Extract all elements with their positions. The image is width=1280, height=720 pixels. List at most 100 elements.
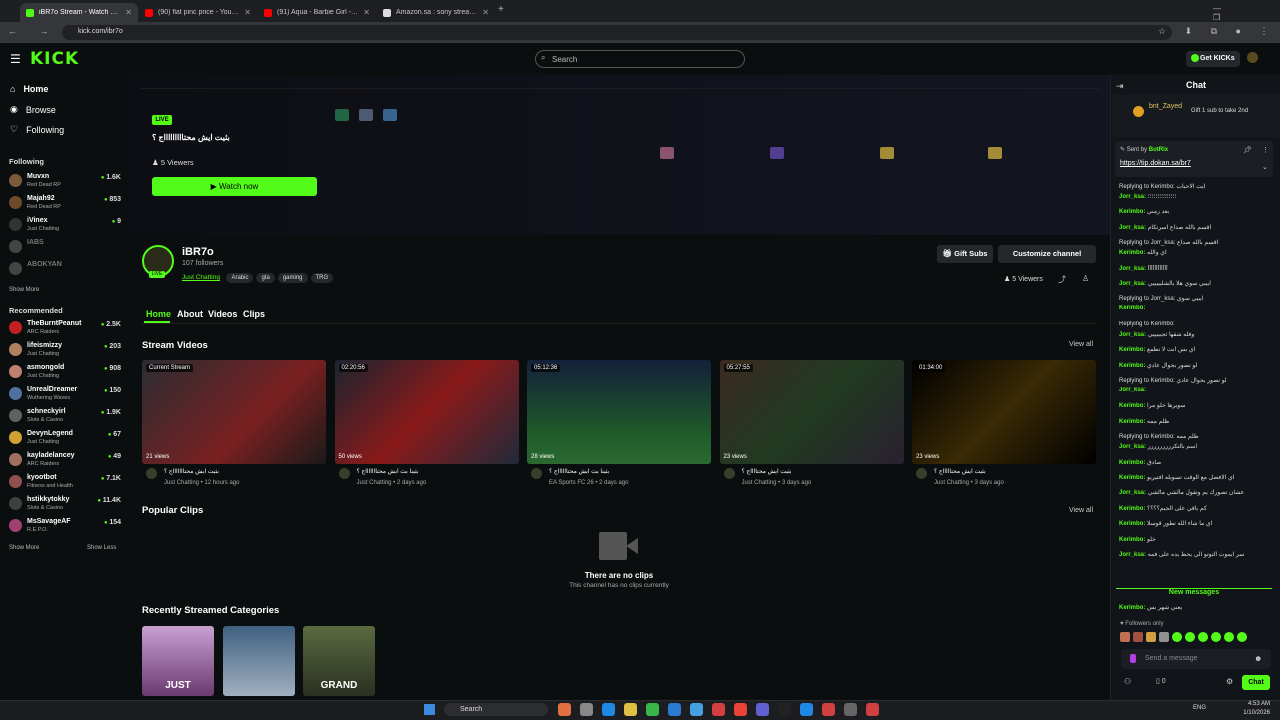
taskbar-app-icon[interactable]	[602, 703, 615, 716]
sidebar-channel[interactable]: Muvxn Red Dead RP 1.6K	[9, 172, 121, 190]
chat-username[interactable]: Kerimbo:	[1119, 475, 1145, 481]
close-icon[interactable]: ✕	[244, 8, 251, 17]
taskbar-app-icon[interactable]	[690, 703, 703, 716]
taskbar-app-icon[interactable]	[712, 703, 725, 716]
sidebar-channel[interactable]: UnrealDreamer Wuthering Waves 150	[9, 385, 121, 403]
close-icon[interactable]: ✕	[363, 8, 370, 17]
nav-following[interactable]: ♡ Following	[10, 124, 64, 135]
show-more-following[interactable]: Show More	[9, 287, 39, 293]
follow-user-icon[interactable]: ♙	[1082, 274, 1089, 283]
chat-username[interactable]: Jorr_ksa:	[1119, 490, 1146, 496]
chat-username[interactable]: Jorr_ksa:	[1119, 266, 1146, 272]
taskbar-app-icon[interactable]	[778, 703, 791, 716]
category-link[interactable]: Just Chatting	[182, 274, 220, 281]
chat-username[interactable]: Jorr_ksa:	[1119, 552, 1146, 558]
tab-home[interactable]: Home	[146, 309, 171, 319]
video-thumbnail[interactable]: 05:12:36 28 views	[527, 360, 711, 464]
taskbar-app-icon[interactable]	[646, 703, 659, 716]
chat-username[interactable]: Jorr_ksa:	[1119, 225, 1146, 231]
chat-username[interactable]: Kerimbo:	[1119, 347, 1145, 353]
video-thumbnail[interactable]: 02:20:56 50 views	[334, 360, 519, 464]
browser-tab[interactable]: (90) flat pinc price - YouTube ✕	[139, 3, 257, 22]
browser-tab[interactable]: (91) Aqua - Barbie Girl - YouTube ✕	[258, 3, 376, 22]
sidebar-channel[interactable]: Majah92 Red Dead RP 853	[9, 194, 121, 212]
video-card[interactable]: 02:20:56 50 views بثينا بث ايش محتاااااااج…	[334, 360, 519, 486]
browser-tab[interactable]: Amazon.sa : sony stream camera ✕	[377, 3, 495, 22]
chat-username[interactable]: Kerimbo:	[1119, 305, 1145, 311]
video-card[interactable]: 05:27:55 23 views بثيت ايش محتااااج ؟ Just …	[719, 360, 904, 486]
sidebar-channel[interactable]: MsSavageAF R.E.P.O. 154	[9, 517, 121, 535]
video-title[interactable]: بثيت ايش محتاااااج ؟	[934, 468, 1084, 475]
more-icon[interactable]: ⋮	[1262, 146, 1269, 154]
sidebar-channel[interactable]: kyootbot Fitness and Health 7.1K	[9, 473, 121, 491]
chat-send-button[interactable]: Chat	[1242, 675, 1270, 690]
sidebar-channel[interactable]: iVinex Just Chatting 9	[9, 216, 121, 234]
sidebar-channel[interactable]: IABS	[9, 238, 121, 256]
nav-home[interactable]: ⌂ Home	[10, 84, 48, 94]
reply-context[interactable]: Replying to Jorr_ksa: ايييي سوي	[1119, 295, 1271, 302]
user-avatar[interactable]	[1247, 52, 1258, 63]
collapse-chat-icon[interactable]: ⇥	[1116, 81, 1124, 92]
nav-browse[interactable]: ◉ Browse	[10, 104, 56, 115]
sidebar-channel[interactable]: ABOKYAN	[9, 260, 121, 278]
view-all-videos-link[interactable]: View all	[1069, 341, 1093, 348]
taskbar-app-icon[interactable]	[668, 703, 681, 716]
reply-context[interactable]: Replying to Kerimbo: ظلم ممه	[1119, 433, 1271, 440]
taskbar-app-icon[interactable]	[822, 703, 835, 716]
category-card[interactable]: GRAND	[303, 626, 375, 696]
chat-username[interactable]: Kerimbo:	[1119, 521, 1145, 527]
tag-pill[interactable]: Arabic	[226, 273, 254, 283]
reply-context[interactable]: Replying to Kerimbo:	[1119, 321, 1271, 327]
new-tab-button[interactable]: +	[498, 4, 504, 15]
video-title[interactable]: بثينا بث ايش محتااااااج ؟	[549, 468, 699, 475]
video-title[interactable]: بثيت ايش محتاااااااج ؟	[164, 468, 314, 475]
sidebar-channel[interactable]: DevynLegend Just Chatting 67	[9, 429, 121, 447]
sidebar-channel[interactable]: schneckyirl Slots & Casino 1.9K	[9, 407, 121, 425]
chat-username[interactable]: Kerimbo:	[1119, 419, 1145, 425]
browser-tab[interactable]: iBR7o Stream - Watch Live on Kick ✕	[20, 3, 138, 22]
sidebar-channel[interactable]: hstikkytokky Slots & Casino 11.4K	[9, 495, 121, 513]
taskbar-app-icon[interactable]	[558, 703, 571, 716]
chat-username[interactable]: Jorr_ksa:	[1119, 387, 1146, 393]
taskbar-app-icon[interactable]	[734, 703, 747, 716]
chat-username[interactable]: Jorr_ksa:	[1119, 444, 1146, 450]
video-thumbnail[interactable]: 05:27:55 23 views	[719, 360, 904, 464]
taskbar-time[interactable]: 4:53 AM	[1232, 701, 1270, 707]
chat-username[interactable]: Kerimbo:	[1119, 605, 1145, 611]
customize-channel-button[interactable]: Customize channel	[998, 245, 1096, 263]
bot-tip-link[interactable]: https://tip.dokan.sa/br7	[1120, 160, 1191, 167]
show-less-recommended[interactable]: Show Less	[87, 545, 116, 551]
taskbar-app-icon[interactable]	[624, 703, 637, 716]
search-input[interactable]: Search	[535, 50, 745, 68]
chevron-down-icon[interactable]: ⌄	[1262, 163, 1268, 171]
close-icon[interactable]: ✕	[482, 8, 489, 17]
video-card[interactable]: 05:12:36 28 views بثينا بث ايش محتااااااج …	[527, 360, 711, 486]
share-icon[interactable]: ⤴	[1058, 274, 1066, 285]
taskbar-app-icon[interactable]	[866, 703, 879, 716]
emoji-icon[interactable]: ☻	[1254, 654, 1262, 663]
kick-logo[interactable]: KICK	[30, 49, 79, 69]
tag-pill[interactable]: gta	[256, 273, 275, 283]
tab-clips[interactable]: Clips	[243, 309, 265, 319]
show-more-recommended[interactable]: Show More	[9, 545, 39, 551]
watch-now-button[interactable]: ▶ Watch now	[152, 177, 317, 196]
chat-username[interactable]: Jorr_ksa:	[1119, 332, 1146, 338]
video-thumbnail[interactable]: 01:34:00 23 views	[912, 360, 1096, 464]
reply-context[interactable]: Replying to Jorr_ksa: اقسم بالله صداع	[1119, 239, 1271, 246]
gift-subs-button[interactable]: 🎁︎ Gift Subs	[937, 245, 993, 263]
chat-username[interactable]: Kerimbo:	[1119, 209, 1145, 215]
chat-username[interactable]: Kerimbo:	[1119, 363, 1145, 369]
reply-context[interactable]: Replying to Kerimbo: ايت الاحبات	[1119, 183, 1271, 190]
url-field[interactable]: kick.com/ibr7o	[62, 25, 1172, 40]
taskbar-app-icon[interactable]	[756, 703, 769, 716]
taskbar-app-icon[interactable]	[800, 703, 813, 716]
tag-pill[interactable]: TRG	[310, 273, 334, 283]
chat-username[interactable]: Kerimbo:	[1119, 537, 1145, 543]
menu-icon[interactable]: ☰	[10, 52, 21, 66]
video-card[interactable]: Current Stream 21 views بثيت ايش محتاااااا…	[142, 360, 326, 486]
tab-about[interactable]: About	[177, 309, 203, 319]
chat-username[interactable]: Kerimbo:	[1119, 460, 1145, 466]
video-title[interactable]: بثينا بث ايش محتاااااااج ؟	[357, 468, 507, 475]
video-title[interactable]: بثيت ايش محتااااج ؟	[742, 468, 892, 475]
new-messages-divider[interactable]: New messages	[1116, 588, 1272, 598]
